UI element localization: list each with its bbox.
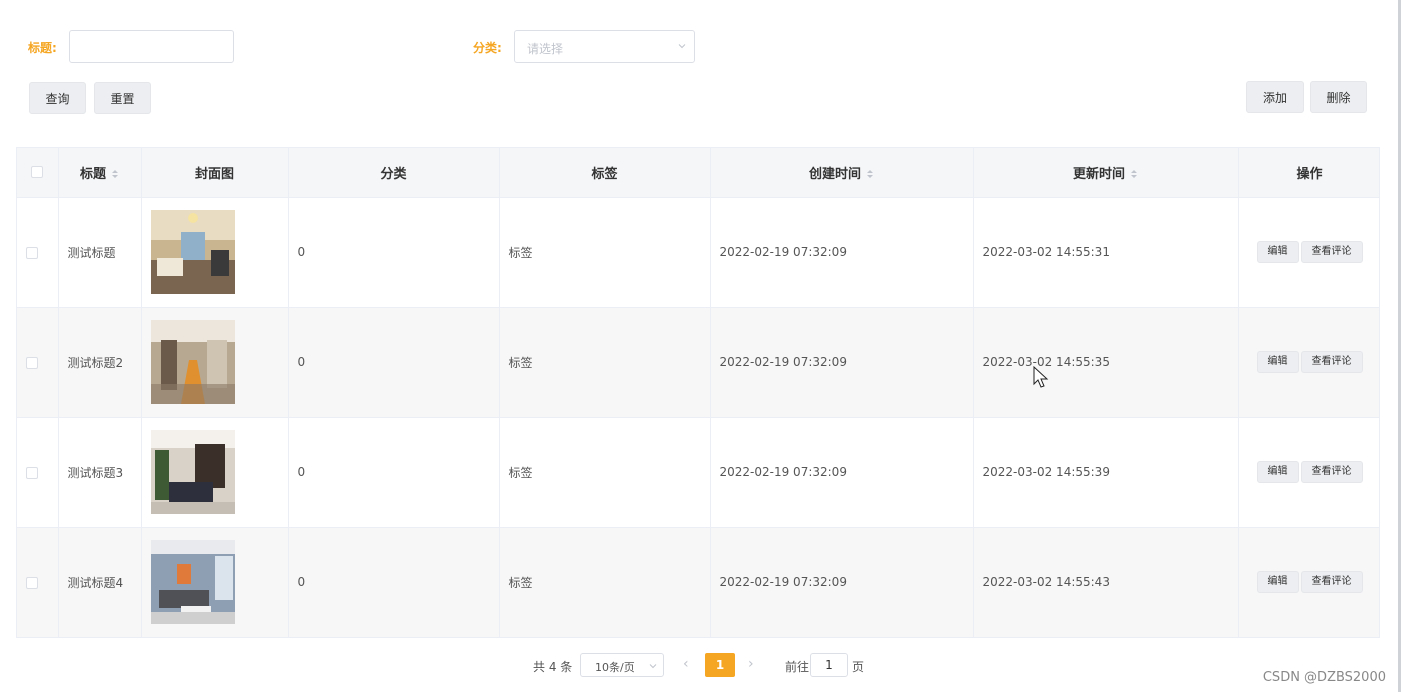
row-tag: 标签 (499, 417, 711, 528)
cover-image (150, 320, 235, 404)
row-updated: 2022-03-02 14:55:35 (973, 307, 1239, 418)
sort-icon[interactable] (1130, 169, 1138, 179)
category-select[interactable]: 请选择 (514, 30, 695, 63)
data-table: 标题 封面图 分类 标签 创建时间 更新时间 操作 测试标题 0 标签 2022… (16, 147, 1380, 638)
page-number-current[interactable]: 1 (705, 653, 735, 677)
chevron-down-icon (649, 664, 657, 669)
mouse-cursor-icon (1033, 366, 1049, 388)
table-row: 测试标题3 0 标签 2022-02-19 07:32:09 2022-03-0… (17, 417, 1379, 528)
row-tag: 标签 (499, 197, 711, 308)
goto-label: 前往 (785, 660, 810, 674)
column-header-title[interactable]: 标题 (58, 148, 142, 198)
next-page-icon[interactable]: › (748, 656, 754, 672)
row-created: 2022-02-19 07:32:09 (710, 307, 974, 418)
title-filter-input[interactable] (69, 30, 234, 63)
row-select-cell (17, 527, 59, 637)
row-title: 测试标题2 (58, 307, 142, 418)
row-updated: 2022-03-02 14:55:43 (973, 527, 1239, 637)
row-actions-cell: 编辑 查看评论 (1238, 417, 1379, 528)
table-row: 测试标题4 0 标签 2022-02-19 07:32:09 2022-03-0… (17, 527, 1379, 637)
category-placeholder: 请选择 (527, 42, 564, 56)
row-select-cell (17, 307, 59, 418)
delete-button[interactable]: 删除 (1310, 81, 1367, 113)
cover-image (150, 430, 235, 514)
column-header-actions: 操作 (1238, 148, 1379, 198)
row-created: 2022-02-19 07:32:09 (710, 197, 974, 308)
page-size-select[interactable]: 10条/页 (580, 653, 664, 677)
view-comments-button[interactable]: 查看评论 (1300, 571, 1363, 593)
row-title: 测试标题3 (58, 417, 142, 528)
sort-icon[interactable] (111, 169, 119, 179)
row-updated: 2022-03-02 14:55:31 (973, 197, 1239, 308)
row-actions-cell: 编辑 查看评论 (1238, 527, 1379, 637)
row-cover-cell (141, 307, 289, 418)
column-header-updated[interactable]: 更新时间 (973, 148, 1239, 198)
select-all-checkbox[interactable] (31, 166, 44, 179)
row-checkbox[interactable] (26, 356, 38, 369)
edit-button[interactable]: 编辑 (1256, 571, 1299, 593)
table-row: 测试标题2 0 标签 2022-02-19 07:32:09 2022-03-0… (17, 307, 1379, 418)
search-button[interactable]: 查询 (29, 82, 86, 114)
row-cover-cell (141, 197, 289, 308)
row-cover-cell (141, 527, 289, 637)
row-checkbox[interactable] (26, 466, 38, 479)
row-updated: 2022-03-02 14:55:39 (973, 417, 1239, 528)
page-size-value: 10条/页 (595, 661, 635, 674)
table-row: 测试标题 0 标签 2022-02-19 07:32:09 2022-03-02… (17, 197, 1379, 308)
row-actions-cell: 编辑 查看评论 (1238, 197, 1379, 308)
goto-page-input[interactable]: 1 (810, 653, 848, 677)
column-header-created[interactable]: 创建时间 (710, 148, 974, 198)
row-select-cell (17, 417, 59, 528)
view-comments-button[interactable]: 查看评论 (1300, 351, 1363, 373)
row-checkbox[interactable] (26, 576, 38, 589)
edit-button[interactable]: 编辑 (1256, 461, 1299, 483)
table-header-row: 标题 封面图 分类 标签 创建时间 更新时间 操作 (17, 148, 1379, 198)
row-category: 0 (288, 197, 500, 308)
row-created: 2022-02-19 07:32:09 (710, 527, 974, 637)
edit-button[interactable]: 编辑 (1256, 351, 1299, 373)
row-tag: 标签 (499, 527, 711, 637)
chevron-down-icon (678, 44, 686, 49)
row-created: 2022-02-19 07:32:09 (710, 417, 974, 528)
select-all-cell (17, 148, 59, 198)
row-title: 测试标题4 (58, 527, 142, 637)
cover-image (150, 210, 235, 294)
row-actions-cell: 编辑 查看评论 (1238, 307, 1379, 418)
row-checkbox[interactable] (26, 246, 38, 259)
reset-button[interactable]: 重置 (94, 82, 151, 114)
view-comments-button[interactable]: 查看评论 (1300, 241, 1363, 263)
watermark: CSDN @DZBS2000 (1262, 670, 1386, 685)
row-category: 0 (288, 417, 500, 528)
add-button[interactable]: 添加 (1246, 81, 1304, 113)
row-category: 0 (288, 527, 500, 637)
sort-icon[interactable] (866, 169, 874, 179)
pagination-total: 共 4 条 (533, 660, 573, 674)
row-cover-cell (141, 417, 289, 528)
prev-page-icon[interactable]: ‹ (683, 656, 689, 672)
row-category: 0 (288, 307, 500, 418)
admin-page: 标题: 分类: 请选择 查询 重置 添加 删除 标题 封面图 分类 标签 创建时… (0, 0, 1401, 692)
column-header-category: 分类 (288, 148, 500, 198)
row-tag: 标签 (499, 307, 711, 418)
goto-unit: 页 (852, 660, 865, 674)
row-title: 测试标题 (58, 197, 142, 308)
category-filter-label: 分类: (473, 41, 502, 55)
cover-image (150, 540, 235, 624)
edit-button[interactable]: 编辑 (1256, 241, 1299, 263)
title-filter-label: 标题: (28, 41, 57, 55)
pagination: 共 4 条 10条/页 ‹ 1 › 前往 1 页 (0, 653, 1401, 677)
column-header-cover: 封面图 (141, 148, 289, 198)
view-comments-button[interactable]: 查看评论 (1300, 461, 1363, 483)
column-header-tag: 标签 (499, 148, 711, 198)
row-select-cell (17, 197, 59, 308)
